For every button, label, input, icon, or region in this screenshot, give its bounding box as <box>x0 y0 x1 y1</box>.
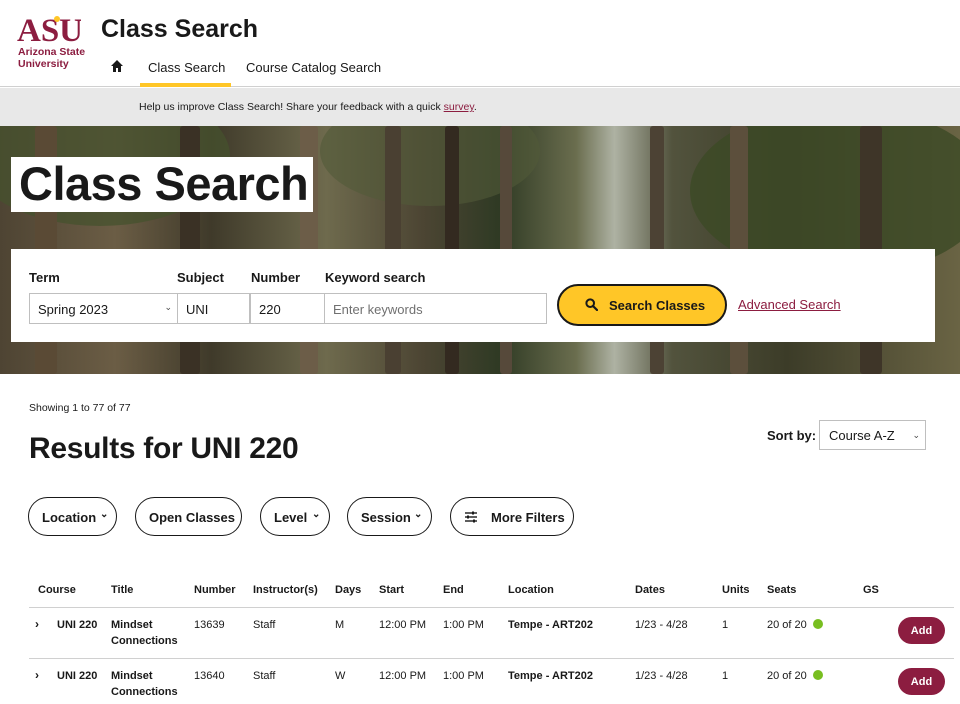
chevron-down-icon: ⌄ <box>414 509 423 520</box>
filter-location[interactable]: Location ⌄ <box>28 497 117 536</box>
number-label: Number <box>251 270 301 285</box>
logo-text: Arizona State University <box>18 46 86 70</box>
feedback-banner: Help us improve Class Search! Share your… <box>0 88 960 126</box>
nav-tab-class-search[interactable]: Class Search <box>148 60 225 75</box>
term-label: Term <box>29 270 60 285</box>
col-dates[interactable]: Dates <box>635 584 665 596</box>
site-title[interactable]: Class Search <box>101 15 258 44</box>
term-select[interactable]: Spring 2023 ⌄ <box>29 293 178 324</box>
row-divider <box>29 658 954 659</box>
add-class-button[interactable]: Add <box>898 668 945 695</box>
col-days[interactable]: Days <box>335 584 361 596</box>
keyword-label: Keyword search <box>325 270 426 285</box>
col-units[interactable]: Units <box>722 584 750 596</box>
cell-end: 1:00 PM <box>443 670 484 682</box>
hero-title-box: Class Search <box>11 157 313 212</box>
keyword-input[interactable]: Enter keywords <box>324 293 547 324</box>
col-title[interactable]: Title <box>111 584 133 596</box>
asu-logo[interactable]: ASU Arizona State University <box>17 14 91 72</box>
subject-label: Subject <box>177 270 224 285</box>
filter-session[interactable]: Session ⌄ <box>347 497 432 536</box>
advanced-search-link[interactable]: Advanced Search <box>738 297 841 312</box>
nav-tab-course-catalog-search[interactable]: Course Catalog Search <box>246 60 381 75</box>
cell-location[interactable]: Tempe - ART202 <box>508 668 593 684</box>
chevron-down-icon: ⌄ <box>912 430 920 440</box>
cell-location[interactable]: Tempe - ART202 <box>508 617 593 633</box>
row-divider <box>29 607 954 608</box>
cell-title[interactable]: Mindset Connections <box>111 617 178 649</box>
active-tab-indicator <box>140 83 231 87</box>
survey-link[interactable]: survey <box>444 101 474 113</box>
col-gs[interactable]: GS <box>863 584 879 596</box>
filter-level[interactable]: Level ⌄ <box>260 497 330 536</box>
cell-days: M <box>335 619 345 631</box>
open-seat-indicator-icon <box>812 619 823 629</box>
subject-input[interactable]: UNI <box>177 293 250 324</box>
global-header: ASU Arizona State University Class Searc… <box>0 0 960 87</box>
chevron-down-icon: ⌄ <box>100 509 109 520</box>
col-number[interactable]: Number <box>194 584 236 596</box>
search-classes-button[interactable]: Search Classes <box>557 284 727 326</box>
open-seat-indicator-icon <box>812 670 823 680</box>
number-input[interactable]: 220 <box>250 293 325 324</box>
chevron-right-icon[interactable]: › <box>35 617 39 631</box>
chevron-down-icon: ⌄ <box>312 509 321 520</box>
cell-seats: 20 of 20 <box>767 617 823 633</box>
cell-seats: 20 of 20 <box>767 668 823 684</box>
col-instructor[interactable]: Instructor(s) <box>253 584 318 596</box>
results-count: Showing 1 to 77 of 77 <box>29 402 131 414</box>
filter-more-filters[interactable]: More Filters <box>450 497 574 536</box>
cell-dates: 1/23 - 4/28 <box>635 670 688 682</box>
svg-text:ASU: ASU <box>17 14 81 44</box>
results-title: Results for UNI 220 <box>29 432 299 465</box>
cell-start: 12:00 PM <box>379 670 427 682</box>
filter-open-classes[interactable]: Open Classes <box>135 497 242 536</box>
home-icon[interactable] <box>110 59 124 73</box>
chevron-right-icon[interactable]: › <box>35 668 39 682</box>
sort-label: Sort by: <box>767 428 817 443</box>
cell-course[interactable]: UNI 220 <box>57 617 97 633</box>
cell-days: W <box>335 670 346 682</box>
col-end[interactable]: End <box>443 584 464 596</box>
feedback-text: Help us improve Class Search! Share your… <box>139 101 477 113</box>
sliders-icon <box>465 511 477 523</box>
cell-number: 13640 <box>194 670 225 682</box>
cell-start: 12:00 PM <box>379 619 427 631</box>
cell-instructor: Staff <box>253 670 276 682</box>
chevron-down-icon: ⌄ <box>164 302 172 312</box>
col-seats[interactable]: Seats <box>767 584 796 596</box>
cell-title[interactable]: Mindset Connections <box>111 668 178 700</box>
cell-dates: 1/23 - 4/28 <box>635 619 688 631</box>
asu-logo-mark: ASU <box>17 14 81 44</box>
search-icon <box>585 298 598 311</box>
hero-title: Class Search <box>19 157 309 210</box>
search-panel: Term Spring 2023 ⌄ Subject UNI Number 22… <box>11 249 935 342</box>
col-start[interactable]: Start <box>379 584 404 596</box>
cell-units: 1 <box>722 670 729 682</box>
cell-instructor: Staff <box>253 619 276 631</box>
cell-end: 1:00 PM <box>443 619 484 631</box>
sort-select[interactable]: Course A-Z ⌄ <box>819 420 926 450</box>
add-class-button[interactable]: Add <box>898 617 945 644</box>
cell-units: 1 <box>722 619 729 631</box>
cell-course[interactable]: UNI 220 <box>57 668 97 684</box>
col-location[interactable]: Location <box>508 584 554 596</box>
cell-number: 13639 <box>194 619 225 631</box>
col-course[interactable]: Course <box>38 584 76 596</box>
